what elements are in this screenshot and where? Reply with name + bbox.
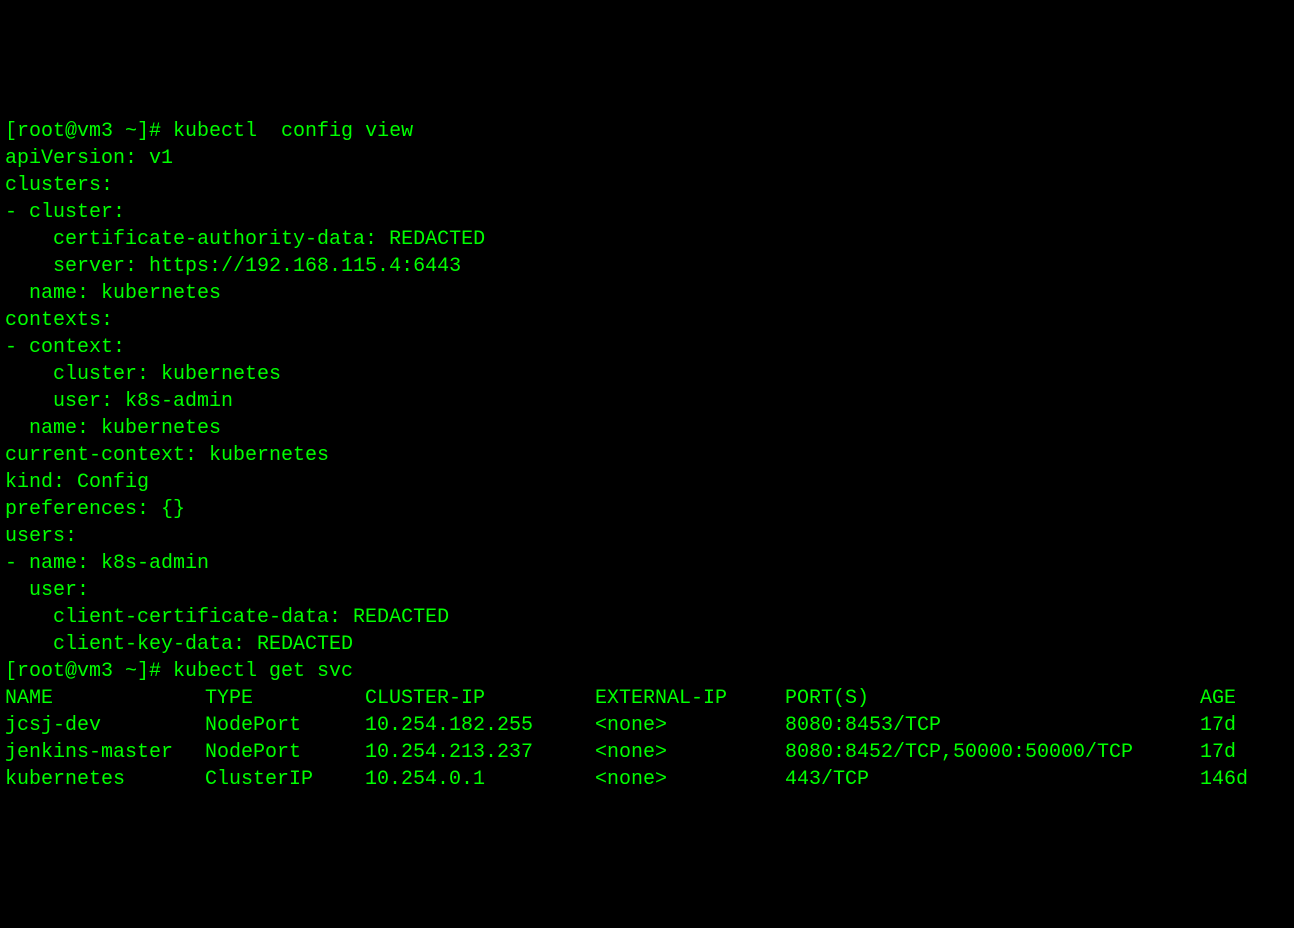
header-cluster-ip: CLUSTER-IP bbox=[365, 685, 595, 712]
svc-cluster-ip: 10.254.213.237 bbox=[365, 739, 595, 766]
command-text: kubectl config view bbox=[173, 120, 413, 143]
header-ports: PORT(S) bbox=[785, 685, 1200, 712]
svc-external-ip: <none> bbox=[595, 712, 785, 739]
command-text: kubectl get svc bbox=[173, 660, 353, 683]
svc-type: ClusterIP bbox=[205, 766, 365, 793]
svc-name: jenkins-master bbox=[5, 739, 205, 766]
header-name: NAME bbox=[5, 685, 205, 712]
header-age: AGE bbox=[1200, 685, 1236, 712]
prompt-line-1: [root@vm3 ~]# kubectl config view bbox=[5, 118, 1289, 145]
svc-row: jcsj-devNodePort10.254.182.255<none>8080… bbox=[5, 712, 1289, 739]
svc-ports: 8080:8452/TCP,50000:50000/TCP bbox=[785, 739, 1200, 766]
svc-ports: 443/TCP bbox=[785, 766, 1200, 793]
shell-prompt: [root@vm3 ~]# bbox=[5, 660, 173, 683]
svc-name: kubernetes bbox=[5, 766, 205, 793]
svc-external-ip: <none> bbox=[595, 739, 785, 766]
svc-age: 17d bbox=[1200, 739, 1236, 766]
svc-ports: 8080:8453/TCP bbox=[785, 712, 1200, 739]
svc-name: jcsj-dev bbox=[5, 712, 205, 739]
svc-header-row: NAMETYPECLUSTER-IPEXTERNAL-IPPORT(S)AGE bbox=[5, 685, 1289, 712]
svc-external-ip: <none> bbox=[595, 766, 785, 793]
svc-row: kubernetesClusterIP10.254.0.1<none>443/T… bbox=[5, 766, 1289, 793]
header-type: TYPE bbox=[205, 685, 365, 712]
svc-type: NodePort bbox=[205, 712, 365, 739]
prompt-line-2: [root@vm3 ~]# kubectl get svc bbox=[5, 658, 1289, 685]
terminal-output[interactable]: [root@vm3 ~]# kubectl config viewapiVers… bbox=[5, 118, 1289, 793]
header-external-ip: EXTERNAL-IP bbox=[595, 685, 785, 712]
svc-type: NodePort bbox=[205, 739, 365, 766]
svc-age: 146d bbox=[1200, 766, 1248, 793]
svc-cluster-ip: 10.254.182.255 bbox=[365, 712, 595, 739]
svc-row: jenkins-masterNodePort10.254.213.237<non… bbox=[5, 739, 1289, 766]
svc-age: 17d bbox=[1200, 712, 1236, 739]
config-view-output: apiVersion: v1 clusters: - cluster: cert… bbox=[5, 145, 1289, 658]
svc-cluster-ip: 10.254.0.1 bbox=[365, 766, 595, 793]
shell-prompt: [root@vm3 ~]# bbox=[5, 120, 173, 143]
